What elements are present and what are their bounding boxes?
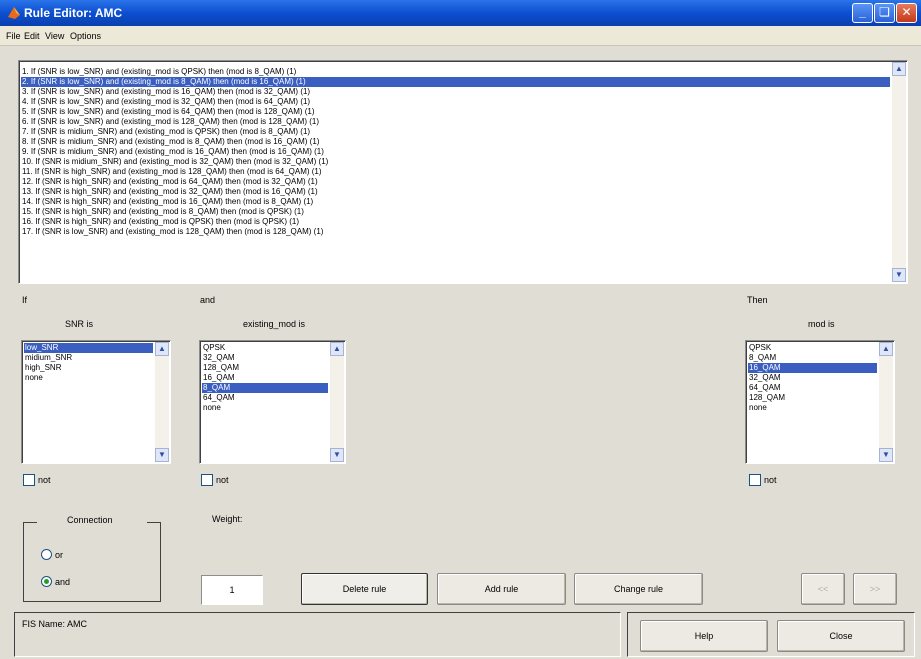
snr-not-label: not (38, 475, 51, 485)
menu-view[interactable]: View (45, 31, 64, 41)
or-radio[interactable] (41, 549, 52, 560)
existing-mod-listbox[interactable]: ▲ ▼ QPSK 32_QAM 128_QAM 16_QAM 8_QAM 64_QAM no… (199, 340, 346, 464)
scroll-down-button[interactable]: ▼ (879, 448, 893, 462)
mod-not-checkbox[interactable] (749, 474, 761, 486)
existing-mod-list-item[interactable]: 128_QAM (202, 363, 328, 373)
snr-scrollbar[interactable]: ▲ ▼ (155, 342, 169, 462)
existing-mod-list-item[interactable]: 32_QAM (202, 353, 328, 363)
rule-list-item[interactable]: 4. If (SNR is low_SNR) and (existing_mod… (21, 97, 890, 107)
mod-list-item[interactable]: 16_QAM (748, 363, 877, 373)
close-icon: ✕ (901, 5, 912, 19)
existing-mod-list-item[interactable]: 16_QAM (202, 373, 328, 383)
then-label: Then (747, 295, 768, 305)
scroll-up-button[interactable]: ▲ (892, 62, 906, 76)
menu-options[interactable]: Options (70, 31, 101, 41)
snr-list-item[interactable]: none (24, 373, 153, 383)
scroll-up-button[interactable]: ▲ (155, 342, 169, 356)
rule-list-item[interactable]: 16. If (SNR is high_SNR) and (existing_m… (21, 217, 890, 227)
existing-mod-title: existing_mod is (243, 319, 306, 329)
and-radio-label: and (55, 577, 71, 587)
snr-title: SNR is (65, 319, 94, 329)
weight-input[interactable]: 1 (201, 575, 263, 605)
menu-bar: File Edit View Options (0, 26, 921, 46)
restore-icon: ❏ (879, 5, 890, 19)
scroll-down-button[interactable]: ▼ (155, 448, 169, 462)
title-bar: Rule Editor: AMC _ ❏ ✕ (0, 0, 921, 26)
rule-list-item[interactable]: 10. If (SNR is midium_SNR) and (existing… (21, 157, 890, 167)
snr-not-checkbox[interactable] (23, 474, 35, 486)
rule-list-item[interactable]: 6. If (SNR is low_SNR) and (existing_mod… (21, 117, 890, 127)
minimize-button[interactable]: _ (852, 3, 873, 23)
menu-file[interactable]: File (6, 31, 21, 41)
rule-list-item[interactable]: 1. If (SNR is low_SNR) and (existing_mod… (21, 67, 890, 77)
snr-list-item[interactable]: midium_SNR (24, 353, 153, 363)
connection-border-left (23, 522, 37, 523)
add-rule-button[interactable]: Add rule (437, 573, 566, 605)
mod-list-item[interactable]: QPSK (748, 343, 877, 353)
scroll-up-button[interactable]: ▲ (330, 342, 344, 356)
weight-label: Weight: (212, 514, 243, 524)
rule-list-item[interactable]: 14. If (SNR is high_SNR) and (existing_m… (21, 197, 890, 207)
rule-list-item[interactable]: 17. If (SNR is low_SNR) and (existing_mo… (21, 227, 890, 237)
rule-list-item[interactable]: 3. If (SNR is low_SNR) and (existing_mod… (21, 87, 890, 97)
scroll-down-button[interactable]: ▼ (892, 268, 906, 282)
close-button[interactable]: Close (777, 620, 905, 652)
scroll-down-button[interactable]: ▼ (330, 448, 344, 462)
and-radio[interactable] (41, 576, 52, 587)
existing-mod-not-checkbox[interactable] (201, 474, 213, 486)
mod-list-item[interactable]: 8_QAM (748, 353, 877, 363)
existing-mod-list-item[interactable]: QPSK (202, 343, 328, 353)
and-label: and (200, 295, 216, 305)
rule-list-item[interactable]: 9. If (SNR is midium_SNR) and (existing_… (21, 147, 890, 157)
snr-listbox[interactable]: ▲ ▼ low_SNR midium_SNR high_SNR none (21, 340, 171, 464)
delete-rule-button[interactable]: Delete rule (301, 573, 428, 605)
mod-list-item[interactable]: 128_QAM (748, 393, 877, 403)
fis-name-status: FIS Name: AMC (22, 619, 88, 629)
close-window-button[interactable]: ✕ (896, 3, 917, 23)
existing-mod-list-item[interactable]: none (202, 403, 328, 413)
existing-mod-scrollbar[interactable]: ▲ ▼ (330, 342, 344, 462)
mod-list-item[interactable]: none (748, 403, 877, 413)
maximize-button[interactable]: ❏ (874, 3, 895, 23)
existing-mod-list-item[interactable]: 8_QAM (202, 383, 328, 393)
if-label: If (22, 295, 28, 305)
rule-list-item[interactable]: 8. If (SNR is midium_SNR) and (existing_… (21, 137, 890, 147)
next-rule-button[interactable]: >> (853, 573, 897, 605)
rule-list[interactable]: ▲ ▼ 1. If (SNR is low_SNR) and (existing… (18, 60, 908, 284)
mod-list-item[interactable]: 32_QAM (748, 373, 877, 383)
mod-title: mod is (808, 319, 835, 329)
change-rule-button[interactable]: Change rule (574, 573, 703, 605)
existing-mod-list-item[interactable]: 64_QAM (202, 393, 328, 403)
scroll-up-button[interactable]: ▲ (879, 342, 893, 356)
connection-border-right (147, 522, 161, 523)
window-title: Rule Editor: AMC (24, 6, 123, 20)
rule-list-item[interactable]: 5. If (SNR is low_SNR) and (existing_mod… (21, 107, 890, 117)
mod-not-label: not (764, 475, 777, 485)
mod-scrollbar[interactable]: ▲ ▼ (879, 342, 893, 462)
existing-mod-not-label: not (216, 475, 229, 485)
snr-list-item[interactable]: low_SNR (24, 343, 153, 353)
rule-list-item[interactable]: 7. If (SNR is midium_SNR) and (existing_… (21, 127, 890, 137)
mod-listbox[interactable]: ▲ ▼ QPSK 8_QAM 16_QAM 32_QAM 64_QAM 128_QAM no… (745, 340, 895, 464)
prev-rule-button[interactable]: << (801, 573, 845, 605)
rule-list-item[interactable]: 13. If (SNR is high_SNR) and (existing_m… (21, 187, 890, 197)
minimize-icon: _ (859, 5, 866, 19)
rule-list-item[interactable]: 15. If (SNR is high_SNR) and (existing_m… (21, 207, 890, 217)
status-panel (14, 612, 621, 657)
connection-title: Connection (67, 515, 113, 525)
connection-group (23, 522, 161, 602)
rule-list-item[interactable]: 12. If (SNR is high_SNR) and (existing_m… (21, 177, 890, 187)
snr-list-item[interactable]: high_SNR (24, 363, 153, 373)
rule-list-scrollbar[interactable]: ▲ ▼ (892, 62, 906, 282)
rule-list-item[interactable]: 2. If (SNR is low_SNR) and (existing_mod… (21, 77, 890, 87)
menu-edit[interactable]: Edit (24, 31, 40, 41)
help-button[interactable]: Help (640, 620, 768, 652)
matlab-app-icon (8, 7, 20, 19)
rule-list-item[interactable]: 11. If (SNR is high_SNR) and (existing_m… (21, 167, 890, 177)
mod-list-item[interactable]: 64_QAM (748, 383, 877, 393)
or-label: or (55, 550, 64, 560)
